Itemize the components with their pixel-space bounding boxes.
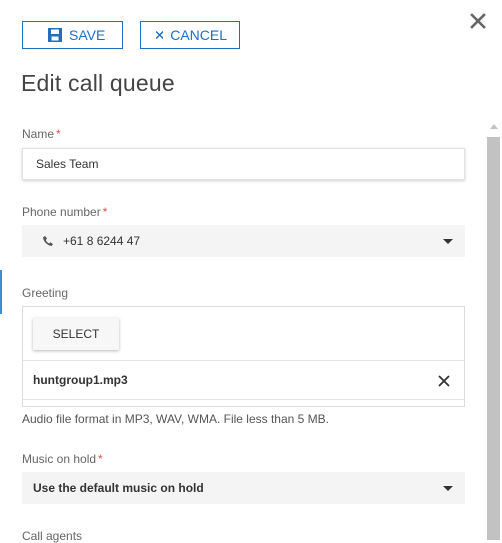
vertical-scrollbar[interactable]	[487, 122, 500, 540]
left-accent-bar	[0, 270, 2, 314]
greeting-upload-box: SELECT huntgroup1.mp3	[22, 306, 465, 407]
name-input[interactable]: Sales Team	[22, 148, 465, 180]
phone-icon	[43, 236, 53, 246]
page-title: Edit call queue	[21, 70, 175, 96]
phone-number-label: Phone number *	[22, 205, 107, 219]
music-on-hold-select[interactable]: Use the default music on hold	[22, 472, 465, 504]
greeting-label: Greeting	[22, 286, 69, 300]
caret-down-icon	[443, 239, 453, 244]
music-on-hold-value: Use the default music on hold	[33, 481, 204, 495]
call-agents-label: Call agents	[22, 529, 83, 543]
name-label-text: Name	[22, 127, 55, 141]
name-input-value: Sales Team	[36, 157, 99, 171]
phone-number-value: +61 8 6244 47	[63, 234, 141, 248]
music-on-hold-label-text: Music on hold	[22, 452, 97, 466]
required-marker: *	[102, 205, 108, 219]
music-on-hold-label: Music on hold *	[22, 452, 103, 466]
save-button[interactable]: SAVE	[22, 21, 123, 49]
close-icon[interactable]	[469, 12, 487, 30]
required-marker: *	[98, 452, 103, 466]
phone-number-label-text: Phone number	[22, 205, 101, 219]
greeting-file-name: huntgroup1.mp3	[33, 373, 128, 387]
required-marker: *	[56, 127, 61, 141]
x-icon	[156, 30, 164, 40]
save-button-label: SAVE	[69, 27, 106, 43]
floppy-disk-icon	[48, 28, 62, 42]
cancel-button-label: CANCEL	[170, 27, 227, 43]
toolbar: SAVE CANCEL	[22, 21, 240, 49]
name-label: Name *	[22, 127, 61, 141]
remove-file-icon[interactable]	[438, 375, 450, 387]
greeting-hint: Audio file format in MP3, WAV, WMA. File…	[22, 412, 329, 426]
select-file-button[interactable]: SELECT	[33, 318, 119, 350]
phone-number-select[interactable]: +61 8 6244 47	[22, 225, 465, 257]
cancel-button[interactable]: CANCEL	[140, 21, 240, 49]
greeting-file-row: huntgroup1.mp3	[23, 360, 464, 400]
caret-down-icon	[443, 486, 453, 491]
scroll-up-arrow-icon[interactable]	[490, 124, 498, 129]
scrollbar-thumb[interactable]	[487, 137, 500, 540]
